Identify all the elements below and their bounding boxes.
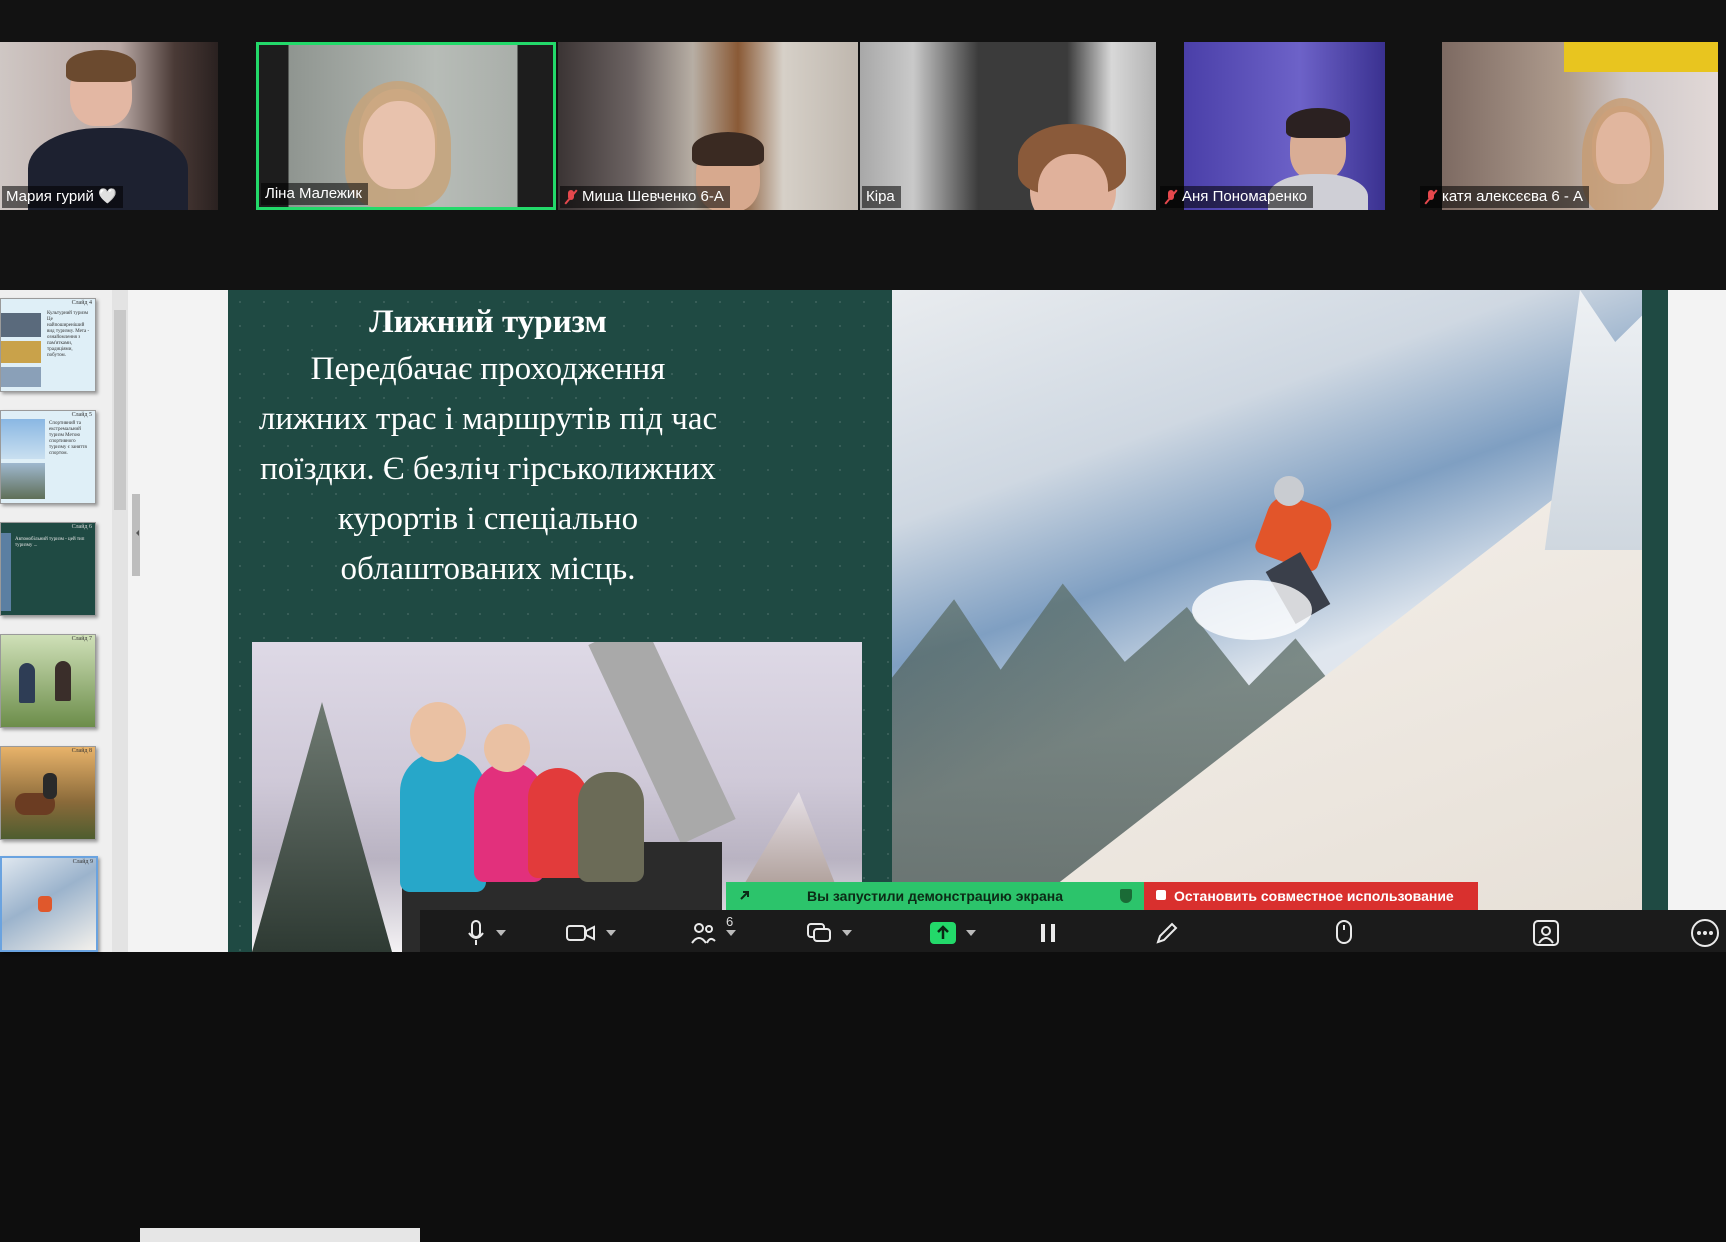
- share-status-text: Вы запустили демонстрацию экрана: [806, 888, 1064, 904]
- apps-button[interactable]: [1532, 918, 1560, 948]
- participant-name: Мария гурий 🤍: [2, 186, 123, 208]
- slide-thumbnail[interactable]: Слайд 4 Культурний туризм Це найпоширені…: [0, 298, 96, 392]
- screen-share-status-banner: Вы запустили демонстрацию экрана: [726, 882, 1144, 910]
- presentation-slide: Лижний туризм Передбачає проходження лиж…: [228, 290, 1668, 952]
- collapse-panel-handle[interactable]: [132, 494, 140, 576]
- muted-microphone-icon: [564, 189, 578, 205]
- slide-thumbnail-selected[interactable]: Слайд 9: [0, 856, 98, 952]
- participants-count-badge: 6: [726, 914, 734, 929]
- slide-thumbnail[interactable]: Слайд 8: [0, 746, 96, 840]
- chat-icon: [807, 923, 831, 942]
- horizontal-scrollbar[interactable]: [140, 1228, 420, 1242]
- muted-microphone-icon: [1164, 189, 1178, 205]
- share-screen-button[interactable]: [930, 918, 976, 948]
- annotate-icon: [1156, 922, 1178, 944]
- video-camera-icon: [566, 925, 595, 941]
- meeting-toolbar: [420, 910, 1726, 952]
- pause-icon: [1041, 924, 1055, 942]
- participant-name: Миша Шевченко 6-А: [560, 186, 730, 208]
- pause-share-button[interactable]: [1038, 918, 1058, 948]
- shared-screen: Слайд 4 Культурний туризм Це найпоширені…: [0, 290, 1726, 1242]
- shield-icon: [1120, 889, 1132, 903]
- participant-tile[interactable]: Кіра: [860, 42, 1156, 210]
- more-icon: [1691, 919, 1719, 947]
- more-button[interactable]: [1690, 918, 1720, 948]
- chat-button[interactable]: [806, 918, 852, 948]
- stop-icon: [1156, 890, 1166, 900]
- participant-tile-active[interactable]: Ліна Малежик: [256, 42, 556, 210]
- share-screen-icon: [930, 922, 956, 944]
- stop-share-label: Остановить совместное использование: [1174, 888, 1454, 904]
- slide-thumbnail[interactable]: Слайд 7: [0, 634, 96, 728]
- chevron-down-icon[interactable]: [606, 930, 616, 941]
- slide-thumbnail[interactable]: Слайд 5 Спортивний та екстремальний тури…: [0, 410, 96, 504]
- participant-tile[interactable]: Аня Пономаренко: [1158, 42, 1416, 210]
- participant-tile[interactable]: катя алексєєва 6 - А: [1418, 42, 1718, 210]
- microphone-icon: [468, 920, 484, 945]
- video-button[interactable]: [566, 918, 616, 948]
- thumbnail-scrollbar[interactable]: [112, 290, 128, 952]
- participants-icon: [691, 923, 716, 944]
- apps-icon: [1533, 920, 1559, 946]
- share-arrow-icon: [740, 891, 749, 900]
- participant-name: Аня Пономаренко: [1160, 186, 1314, 208]
- participant-strip: Мария гурий 🤍 Ліна Малежик Миша Шевченко…: [0, 0, 1726, 290]
- participant-name: Ліна Малежик: [261, 183, 368, 205]
- muted-microphone-icon: [1424, 189, 1438, 205]
- chevron-down-icon[interactable]: [842, 930, 852, 941]
- annotate-button[interactable]: [1154, 918, 1180, 948]
- chevron-down-icon[interactable]: [726, 930, 736, 941]
- participant-name: катя алексєєва 6 - А: [1420, 186, 1590, 208]
- participant-tile[interactable]: Мария гурий 🤍: [0, 42, 218, 210]
- microphone-button[interactable]: [466, 918, 506, 948]
- slide-thumbnail[interactable]: Слайд 6 Автомобільний туризм - цей тип т…: [0, 522, 96, 616]
- remote-control-button[interactable]: [1334, 918, 1354, 948]
- chevron-down-icon[interactable]: [966, 930, 976, 941]
- participant-name: Кіра: [862, 186, 901, 208]
- remote-control-icon: [1336, 920, 1352, 944]
- chevron-down-icon[interactable]: [496, 930, 506, 941]
- participant-tile[interactable]: Миша Шевченко 6-А: [558, 42, 858, 210]
- slide-thumbnail-panel: Слайд 4 Культурний туризм Це найпоширені…: [0, 290, 128, 952]
- stop-share-button[interactable]: Остановить совместное использование: [1144, 882, 1478, 910]
- skier-downhill-image: [892, 290, 1668, 952]
- slide-body-text: Передбачає проходження лижних трас і мар…: [258, 351, 718, 587]
- slide-title: Лижний туризм: [369, 304, 607, 340]
